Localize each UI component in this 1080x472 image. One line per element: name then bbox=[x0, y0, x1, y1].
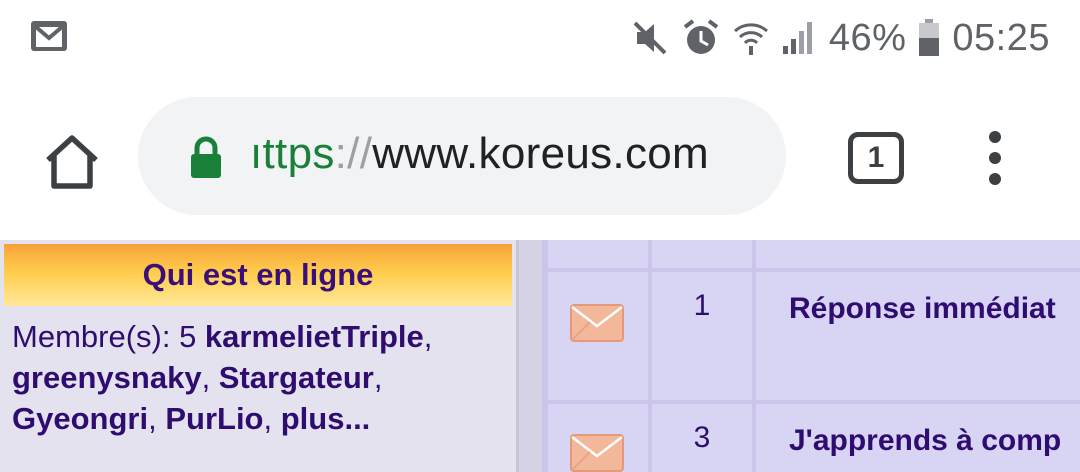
lock-icon[interactable] bbox=[188, 135, 224, 184]
table-row-title-cell: J'apprends à comp bbox=[756, 404, 1080, 472]
url-host: www.koreus.com bbox=[372, 129, 709, 178]
status-icons: 46% 05:25 bbox=[631, 14, 1050, 62]
who-is-online-panel: Qui est en ligne Membre(s): 5 karmelietT… bbox=[0, 240, 519, 472]
wifi-icon bbox=[733, 23, 768, 55]
table-row-count-cell: 1 bbox=[652, 272, 752, 400]
clock: 05:25 bbox=[952, 16, 1050, 59]
more-members-link[interactable]: plus... bbox=[281, 401, 371, 436]
envelope-icon[interactable] bbox=[570, 434, 624, 472]
address-bar[interactable]: ıttps://www.koreus.com bbox=[138, 97, 786, 215]
column-gutter bbox=[519, 240, 542, 472]
member-link[interactable]: karmelietTriple bbox=[205, 319, 424, 354]
table-header-cell bbox=[652, 240, 752, 268]
table-row-icon-cell bbox=[548, 272, 648, 400]
reply-count: 3 bbox=[693, 421, 711, 454]
table-header-cell bbox=[756, 240, 1080, 268]
member-link[interactable]: greenysnaky bbox=[12, 360, 202, 395]
browser-toolbar: ıttps://www.koreus.com 1 bbox=[0, 80, 1080, 240]
home-icon bbox=[46, 135, 98, 189]
panel-title: Qui est en ligne bbox=[142, 257, 374, 292]
alarm-icon bbox=[683, 19, 719, 54]
url-text[interactable]: ıttps://www.koreus.com bbox=[250, 123, 770, 185]
battery-percent: 46% bbox=[828, 16, 907, 59]
online-members: Membre(s): 5 karmelietTriple, greenysnak… bbox=[12, 319, 433, 436]
topic-link[interactable]: Réponse immédiat bbox=[789, 292, 1056, 326]
members-label: Membre(s): 5 bbox=[12, 319, 205, 354]
signal-icon bbox=[782, 22, 812, 54]
status-bar: 46% 05:25 bbox=[0, 0, 1080, 80]
table-row-count-cell: 3 bbox=[652, 404, 752, 472]
url-separator: :// bbox=[334, 129, 373, 178]
envelope-icon[interactable] bbox=[570, 304, 624, 342]
home-button[interactable] bbox=[40, 132, 104, 192]
overflow-menu-button[interactable] bbox=[980, 128, 1010, 188]
url-scheme: ıttps bbox=[250, 129, 335, 178]
gmail-notification-icon bbox=[30, 20, 68, 57]
table-row-title-cell: Réponse immédiat bbox=[756, 272, 1080, 400]
topics-table: 1 Réponse immédiat 3 J'apprends à comp bbox=[542, 240, 1080, 472]
gmail-icon bbox=[31, 21, 67, 51]
table-row-icon-cell bbox=[548, 404, 648, 472]
more-vert-icon bbox=[989, 131, 1001, 185]
tab-switcher-button[interactable]: 1 bbox=[848, 132, 904, 184]
battery-icon bbox=[919, 19, 940, 56]
web-page: Qui est en ligne Membre(s): 5 karmelietT… bbox=[0, 240, 1080, 472]
panel-header: Qui est en ligne bbox=[4, 244, 512, 306]
topic-link[interactable]: J'apprends à comp bbox=[789, 424, 1061, 458]
mute-icon bbox=[633, 21, 667, 55]
member-link[interactable]: Stargateur bbox=[219, 360, 374, 395]
reply-count: 1 bbox=[693, 289, 711, 322]
member-link[interactable]: Gyeongri bbox=[12, 401, 148, 436]
member-link[interactable]: PurLio bbox=[165, 401, 263, 436]
tab-count: 1 bbox=[867, 141, 885, 174]
table-header-cell bbox=[548, 240, 648, 268]
